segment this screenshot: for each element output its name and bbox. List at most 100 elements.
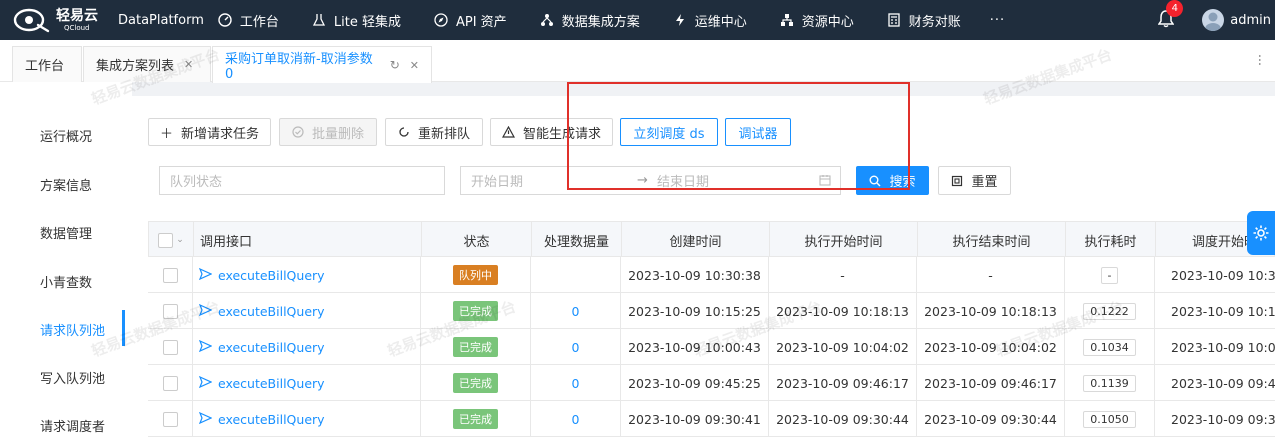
count-cell[interactable]: 0 [531,401,621,437]
dashboard-icon [218,13,232,27]
column-header-api: 调用接口 [194,222,422,258]
row-checkbox[interactable] [162,375,178,391]
start-cell: 2023-10-09 10:04:02 [769,329,917,365]
flask-icon [312,13,326,27]
tab-workbench[interactable]: 工作台 [12,46,82,82]
count-cell[interactable]: 0 [531,365,621,401]
menu-item-overview[interactable]: 运行概况 [40,126,92,145]
table-row[interactable]: executeBillQuery 队列中 2023-10-09 10:30:38- -… [148,257,1275,293]
nav-item-label: 数据集成方案 [561,14,640,30]
notification-bell[interactable]: 4 [1157,0,1184,30]
requeue-button[interactable]: 重新排队 [385,118,483,146]
reset-label: 重置 [971,175,998,190]
close-icon[interactable]: ✕ [184,58,193,71]
nav-item-integration[interactable]: 数据集成方案 [540,11,640,30]
status-badge: 队列中 [453,265,498,285]
table-row[interactable]: executeBillQuery 已完成 0 2023-10-09 10:15:25 2… [148,293,1275,329]
api-link[interactable]: executeBillQuery [218,304,325,319]
end-cell: 2023-10-09 10:18:13 [917,293,1065,329]
dispatch-cell: 2023-10-09 09:45 [1171,375,1275,391]
logo-mark-icon [12,7,52,33]
table-row[interactable]: executeBillQuery 已完成 0 2023-10-09 09:45:25 2… [148,365,1275,401]
smart-generate-button[interactable]: 智能生成请求 [490,118,613,146]
start-cell: - [769,257,917,293]
queue-status-select[interactable]: 队列状态 [159,166,445,195]
menu-item-query[interactable]: 小青查数 [40,272,92,291]
count-cell[interactable] [531,257,621,293]
status-badge: 已完成 [453,337,498,357]
arrow-right-icon: → [637,173,648,188]
nav-item-workbench[interactable]: 工作台 [218,11,279,30]
menu-item-scheduler[interactable]: 请求调度者 [40,416,105,435]
nav-more-button[interactable]: ··· [990,13,1005,28]
created-cell: 2023-10-09 10:00:43 [621,329,769,365]
refresh-icon[interactable]: ↻ [390,58,400,72]
add-task-button[interactable]: ＋ 新增请求任务 [148,118,271,146]
menu-item-data-mgmt[interactable]: 数据管理 [40,223,92,242]
duration-pill: 0.1034 [1083,338,1136,356]
plus-icon: ＋ [159,126,173,142]
column-header-created: 创建时间 [622,222,770,258]
api-link[interactable]: executeBillQuery [218,376,325,391]
menu-item-write-queue[interactable]: 写入队列池 [40,368,105,387]
nav-item-label: 运维中心 [694,14,747,30]
duration-pill: 0.1139 [1083,374,1136,392]
reset-icon [951,175,963,187]
menu-item-request-queue[interactable]: 请求队列池 [40,320,105,339]
menu-item-plan-info[interactable]: 方案信息 [40,175,92,194]
tabs-more-icon[interactable]: ⋯ [1253,54,1267,66]
queue-status-placeholder: 队列状态 [170,175,223,190]
side-menu: 运行概况 方案信息 数据管理 小青查数 请求队列池 写入队列池 请求调度者 [0,82,132,442]
tab-purchase-order[interactable]: 采购订单取消新-取消参数0 ↻ ✕ [212,46,432,83]
count-cell[interactable]: 0 [531,293,621,329]
dispatch-cell: 2023-10-09 10:15 [1171,303,1275,319]
api-link[interactable]: executeBillQuery [218,340,325,355]
dispatch-now-button[interactable]: 立刻调度 ds [620,118,718,146]
search-button[interactable]: 搜索 [856,166,929,195]
column-header-count: 处理数据量 [532,222,622,258]
search-icon [869,175,881,187]
table-row[interactable]: executeBillQuery 已完成 0 2023-10-09 10:00:43 2… [148,329,1275,365]
select-all-checkbox[interactable] [158,232,174,248]
calculator-icon [887,13,901,27]
search-label: 搜索 [889,175,916,190]
nav-item-ops[interactable]: 运维中心 [673,11,747,30]
row-checkbox[interactable] [162,339,178,355]
row-checkbox[interactable] [162,411,178,427]
username[interactable]: admin [1230,13,1271,28]
end-cell: 2023-10-09 09:46:17 [917,365,1065,401]
dispatch-now-label: 立刻调度 ds [633,126,705,142]
batch-delete-button[interactable]: 批量删除 [279,118,377,146]
count-cell[interactable]: 0 [531,329,621,365]
avatar[interactable] [1202,9,1225,31]
column-header-start: 执行开始时间 [770,222,918,258]
top-nav: 轻易云 QCloud DataPlatform 工作台 Lite 轻集成 API… [0,0,1275,40]
nav-item-label: 工作台 [239,14,279,30]
active-menu-indicator [122,310,125,346]
nav-item-label: API 资产 [455,14,507,30]
nav-item-resources[interactable]: 资源中心 [780,11,854,30]
chevron-down-icon[interactable]: ⌄ [176,235,184,245]
row-checkbox[interactable] [162,303,178,319]
nav-item-finance[interactable]: 财务对账 [887,11,961,30]
platform-name: DataPlatform [118,12,204,28]
nav-item-api-assets[interactable]: API 资产 [434,11,507,30]
brand-logo[interactable]: 轻易云 QCloud [12,7,104,33]
close-icon[interactable]: ✕ [410,59,419,72]
row-select-cell [148,257,193,293]
row-checkbox[interactable] [162,267,178,283]
date-range-picker[interactable]: 开始日期 → 结束日期 [460,166,841,195]
column-header-status: 状态 [422,222,532,258]
api-link[interactable]: executeBillQuery [218,412,325,427]
nav-item-lite[interactable]: Lite 轻集成 [312,11,401,30]
duration-cell: 0.1222 [1065,293,1155,329]
duration-cell: 0.1139 [1065,365,1155,401]
tab-integration-list[interactable]: 集成方案列表 ✕ [83,46,211,82]
created-cell: 2023-10-09 10:30:38 [621,257,769,293]
reset-button[interactable]: 重置 [938,166,1011,195]
api-link[interactable]: executeBillQuery [218,268,325,283]
column-header-end: 执行结束时间 [918,222,1066,258]
settings-fab[interactable] [1247,211,1275,255]
table-row[interactable]: executeBillQuery 已完成 0 2023-10-09 09:30:41 2… [148,401,1275,437]
debugger-button[interactable]: 调试器 [725,118,791,146]
